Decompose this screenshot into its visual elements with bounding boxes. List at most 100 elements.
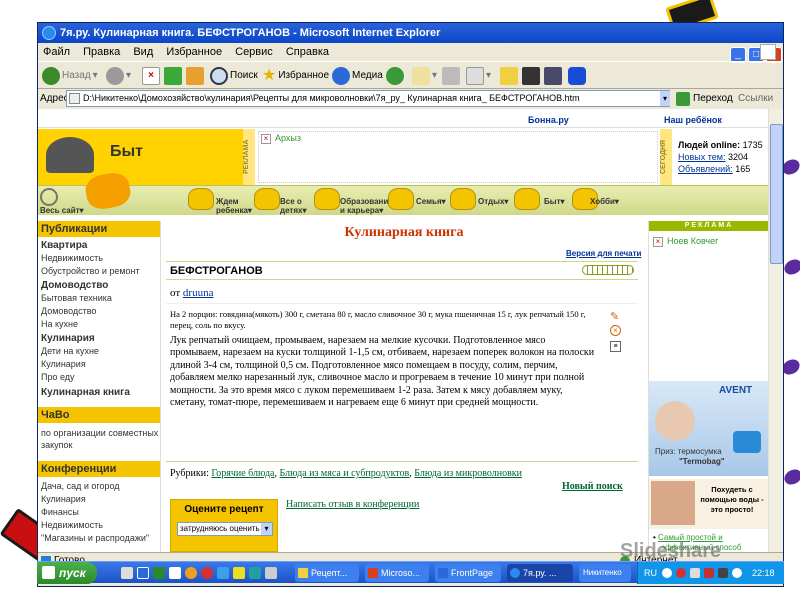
nav-children[interactable]: Все о детях▾ [280,197,316,215]
bluetooth-button[interactable] [568,66,586,86]
sidebar-item-appliances[interactable]: Бытовая техника [41,293,112,303]
rubric-link-hot[interactable]: Горячие блюда [211,468,274,479]
menu-help[interactable]: Справка [286,46,329,58]
quicklaunch-icon[interactable] [233,567,245,579]
k-button[interactable] [522,66,540,86]
sidebar-item-cooking[interactable]: Кулинария [41,359,86,369]
print-button[interactable] [442,66,460,86]
mail-button[interactable]: ▾ [412,66,437,86]
stat-label-ads[interactable]: Объявлений: [678,164,733,174]
w-button[interactable] [544,66,562,86]
favorites-button[interactable]: ★ Избранное [262,66,329,86]
pencil-icon[interactable]: ✎ [610,310,619,323]
sidebar-item-realty[interactable]: Недвижимость [41,253,103,263]
sidebar-item-kids-kitchen[interactable]: Дети на кухне [41,346,99,356]
address-input[interactable]: D:\Никитенко\Домохозяйство\кулинария\Рец… [66,90,670,107]
sidebar-item-shops[interactable]: "Магазины и распродажи" [41,533,149,543]
avent-ad[interactable]: AVENT Приз: термосумка "Termobag" [649,381,768,476]
rate-select[interactable]: затрудняюсь оценить ▾ [177,522,273,536]
rubric-link-meat[interactable]: Блюда из мяса и субпродуктов [280,468,410,479]
menu-file[interactable]: Файл [43,46,70,58]
tray-icon[interactable] [662,568,672,578]
banner-ad-link[interactable]: Архыз [275,133,301,143]
quicklaunch-icon[interactable] [185,567,197,579]
tray-icon[interactable] [690,568,700,578]
delete-icon[interactable]: × [610,325,621,336]
stat-label-topics[interactable]: Новых тем: [678,152,725,162]
nav-all-site[interactable]: Весь сайт▾ [40,206,84,215]
refresh-button[interactable] [164,66,182,86]
menu-favorites[interactable]: Избранное [166,46,222,58]
sidebar-item-housekeeping[interactable]: Домоводство [41,306,96,316]
clock: 22:18 [752,568,775,578]
menu-tools[interactable]: Сервис [235,46,273,58]
tray-icon[interactable] [718,568,728,578]
edit-button[interactable]: ▾ [466,66,491,86]
sidebar-cat-cookbook[interactable]: Кулинарная книга [41,387,130,398]
right-ad-link[interactable]: Ноев Ковчег [667,236,718,246]
sidebar-item-joint-purchases[interactable]: по организации совместных закупок [41,427,159,451]
language-indicator[interactable]: RU [644,562,657,584]
quicklaunch-icon[interactable] [169,567,181,579]
search-button[interactable]: Поиск [210,66,258,86]
quicklaunch-icon[interactable] [217,567,229,579]
history-button[interactable] [386,66,404,86]
tray-icon[interactable] [704,568,714,578]
home-button[interactable] [186,66,204,86]
quicklaunch-icon[interactable] [265,567,277,579]
quicklaunch-icon[interactable] [249,567,261,579]
sidebar-item-conf-realty[interactable]: Недвижимость [41,520,103,530]
task-button-frontpage[interactable]: FrontPage [435,564,501,582]
tray-icon[interactable] [676,568,686,578]
print-version-link[interactable]: Версия для печати [566,249,641,258]
top-link-nash-rebenok[interactable]: Наш ребёнок [664,115,722,125]
go-button[interactable]: Переход [676,89,733,109]
rubric-link-microwave[interactable]: Блюда из микроволновки [414,468,522,479]
quicklaunch-icon[interactable] [121,567,133,579]
sidebar-item-about-food[interactable]: Про еду [41,372,75,382]
sidebar-head-publications[interactable]: Публикации [38,221,161,237]
promo-ad[interactable]: Похудеть с помощью воды - это просто! [649,479,768,529]
vertical-scrollbar[interactable] [768,109,783,552]
quicklaunch-icon[interactable] [201,567,213,579]
folder-button[interactable] [500,66,518,86]
comment-icon[interactable]: ≡ [610,341,621,352]
nav-education[interactable]: Образование и карьера▾ [340,197,393,215]
scrollbar-thumb[interactable] [770,124,783,264]
task-button-ie[interactable]: 7я.ру. ... [507,564,573,582]
sidebar-item-repair[interactable]: Обустройство и ремонт [41,266,140,276]
media-button[interactable]: Медиа [332,66,383,86]
quicklaunch-icon[interactable] [153,567,165,579]
sidebar-head-faq[interactable]: ЧаВо [38,407,161,423]
nav-home[interactable]: Быт▾ [544,197,565,206]
author-link[interactable]: druuna [183,287,214,299]
nav-pregnancy[interactable]: Ждем ребенка▾ [216,197,256,215]
top-link-bonna[interactable]: Бонна.ру [528,115,569,125]
sidebar-item-garden[interactable]: Дача, сад и огород [41,481,120,491]
menu-edit[interactable]: Правка [83,46,120,58]
write-review-link[interactable]: Написать отзыв в конференции [286,499,419,510]
back-button[interactable]: Назад ▾ [42,66,98,86]
task-button-nikitenko[interactable]: Никитенко [579,564,631,582]
sidebar-item-kitchen[interactable]: На кухне [41,319,78,329]
menu-view[interactable]: Вид [133,46,153,58]
sidebar-item-conf-cooking[interactable]: Кулинария [41,494,86,504]
nav-leisure[interactable]: Отдых▾ [478,197,508,206]
sidebar-cat-cooking[interactable]: Кулинария [41,333,95,344]
nav-family[interactable]: Семья▾ [416,197,446,206]
links-label[interactable]: Ссылки [738,89,773,109]
stop-button[interactable]: × [142,66,160,86]
forward-button[interactable]: ▾ [106,66,131,86]
new-search-link[interactable]: Новый поиск [562,481,623,492]
sidebar-cat-apartment[interactable]: Квартира [41,240,87,251]
chevron-down-icon[interactable]: ▾ [660,91,670,106]
tray-icon[interactable] [732,568,742,578]
sidebar-head-conferences[interactable]: Конференции [38,461,161,477]
task-button-recipes[interactable]: Рецепт... [295,564,359,582]
nav-hobby[interactable]: Хобби▾ [590,197,619,206]
task-button-powerpoint[interactable]: Microso... [365,564,429,582]
sidebar-cat-housekeeping[interactable]: Домоводство [41,280,108,291]
sidebar-item-finance[interactable]: Финансы [41,507,79,517]
start-button[interactable]: пуск [37,562,97,584]
quicklaunch-icon[interactable] [137,567,149,579]
